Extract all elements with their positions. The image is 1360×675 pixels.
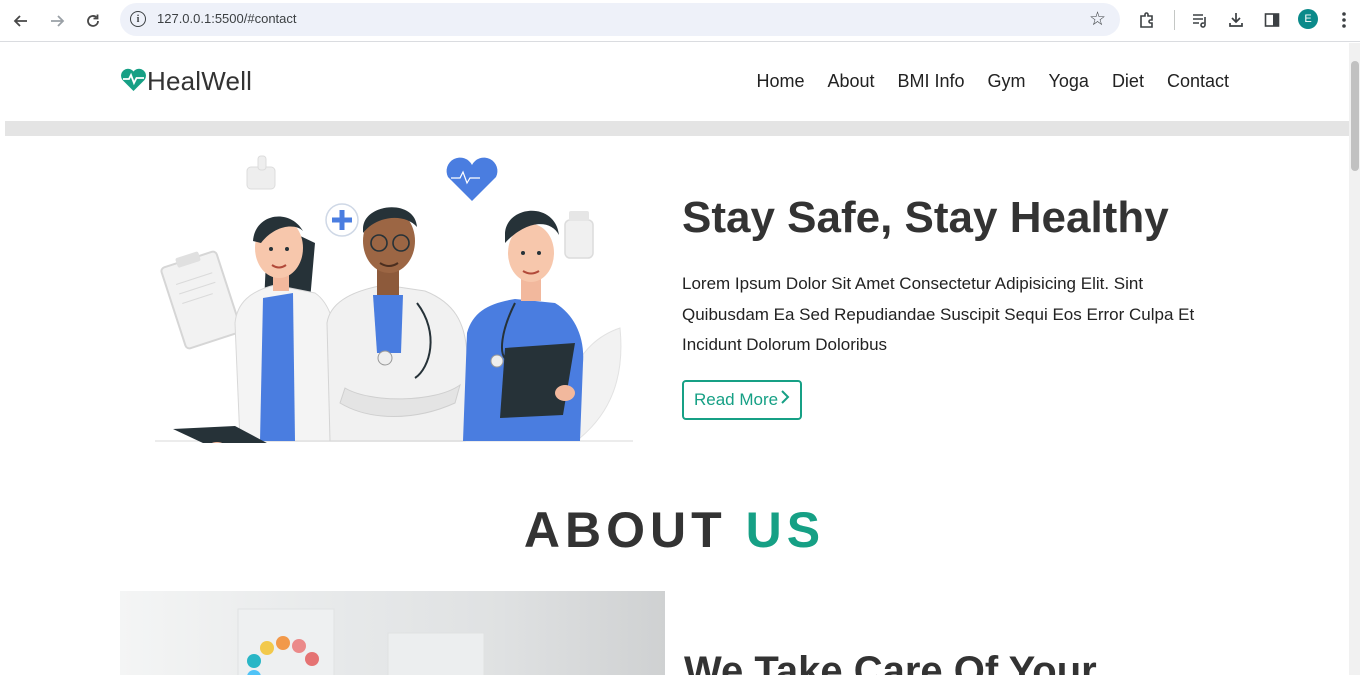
address-bar[interactable]: i 127.0.0.1:5500/#contact ☆ — [120, 3, 1120, 36]
about-image — [120, 591, 665, 675]
about-heading-accent: US — [745, 502, 826, 558]
page-viewport: HealWell Home About BMI Info Gym Yoga Di… — [0, 43, 1360, 675]
site-header: HealWell Home About BMI Info Gym Yoga Di… — [0, 43, 1349, 121]
reading-list-icon[interactable] — [1186, 6, 1214, 34]
download-icon[interactable] — [1222, 6, 1250, 34]
about-heading-main: ABOUT — [523, 502, 727, 558]
menu-kebab-icon[interactable] — [1330, 6, 1358, 34]
url-text[interactable]: 127.0.0.1:5500/#contact — [157, 11, 297, 26]
site-logo[interactable]: HealWell — [120, 66, 252, 97]
browser-toolbar: i 127.0.0.1:5500/#contact ☆ E — [0, 0, 1360, 42]
doctors-illustration — [155, 153, 635, 458]
nav-home[interactable]: Home — [756, 71, 804, 92]
read-more-label: Read More — [694, 390, 779, 409]
side-panel-icon[interactable] — [1258, 6, 1286, 34]
about-heading: ABOUT US — [0, 501, 1349, 559]
chevron-right-icon — [780, 389, 790, 411]
nav-yoga[interactable]: Yoga — [1049, 71, 1089, 92]
nav-about[interactable]: About — [827, 71, 874, 92]
profile-avatar[interactable]: E — [1298, 9, 1318, 29]
forward-icon[interactable] — [44, 8, 70, 34]
reload-icon[interactable] — [80, 8, 106, 34]
heart-pulse-icon — [120, 68, 147, 96]
about-subheading: We Take Care Of Your — [684, 649, 1097, 675]
scrollbar-thumb[interactable] — [1351, 61, 1359, 171]
header-divider — [5, 121, 1349, 136]
toolbar-separator — [1174, 10, 1175, 30]
site-info-icon[interactable]: i — [130, 11, 146, 27]
read-more-button[interactable]: Read More — [682, 380, 802, 420]
nav-bmi-info[interactable]: BMI Info — [898, 71, 965, 92]
nav-gym[interactable]: Gym — [988, 71, 1026, 92]
hero-text: Lorem Ipsum Dolor Sit Amet Consectetur A… — [682, 274, 1195, 354]
nav-diet[interactable]: Diet — [1112, 71, 1144, 92]
nav-contact[interactable]: Contact — [1167, 71, 1229, 92]
extensions-icon[interactable] — [1133, 6, 1161, 34]
logo-text: HealWell — [147, 66, 253, 96]
page-scrollbar[interactable] — [1349, 43, 1360, 675]
bookmark-star-icon[interactable]: ☆ — [1089, 8, 1106, 30]
hero-title: Stay Safe, Stay Healthy — [682, 193, 1169, 242]
main-nav: Home About BMI Info Gym Yoga Diet Contac… — [756, 71, 1229, 92]
back-icon[interactable] — [8, 8, 34, 34]
